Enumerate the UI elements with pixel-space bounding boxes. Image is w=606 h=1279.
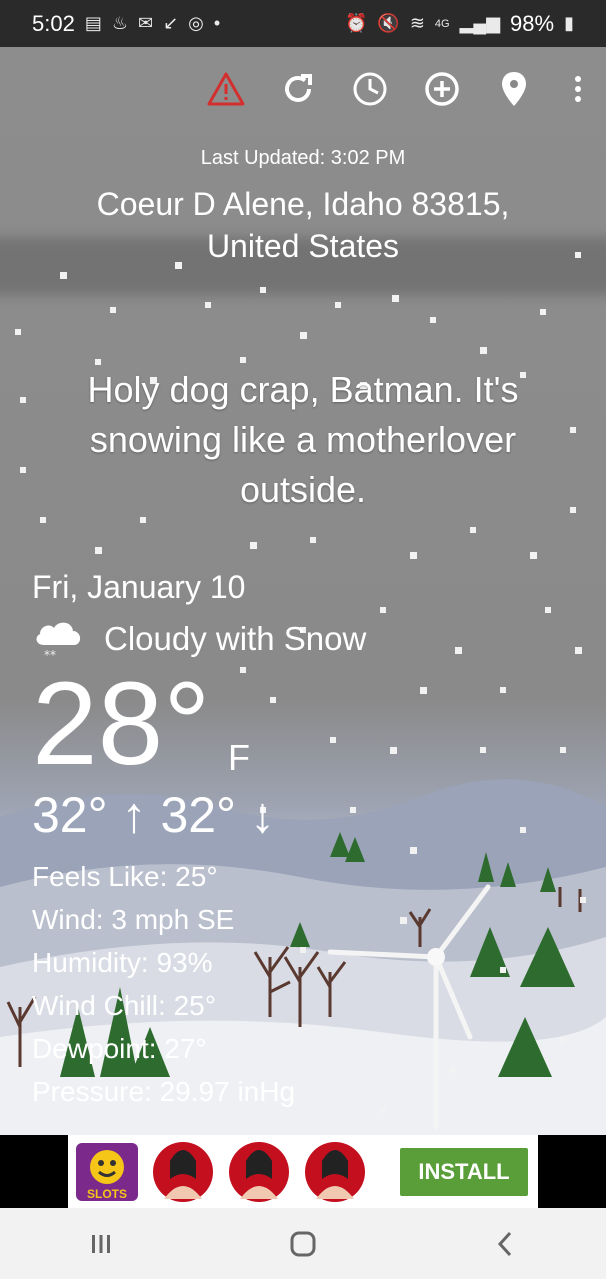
history-icon — [353, 72, 387, 106]
notification-icon: ♨ — [111, 13, 128, 33]
back-icon — [497, 1231, 512, 1256]
more-options-button[interactable] — [550, 67, 606, 111]
install-button[interactable]: INSTALL — [400, 1147, 528, 1196]
status-bar: 5:02 ▤ ♨ ✉ ↙ ◎ • ⏰ 🔇 ≋ 4G ▂▄▆ 98% ▮ — [0, 0, 606, 47]
ad-content[interactable]: SLOTS INSTALL — [68, 1135, 538, 1208]
signal-icon: ▂▄▆ — [459, 13, 501, 33]
dewpoint: Dewpoint: 27° — [32, 1033, 207, 1064]
more-vert-icon — [575, 76, 581, 102]
message-icon: ▤ — [84, 13, 102, 33]
forecast-date: Fri, January 10 — [32, 569, 246, 605]
wind: Wind: 3 mph SE — [32, 904, 235, 935]
current-temperature: 28° — [32, 658, 211, 790]
humidity: Humidity: 93% — [32, 947, 213, 978]
recents-icon — [92, 1234, 110, 1253]
mail-icon: ✉ — [137, 13, 154, 33]
alarm-icon: ⏰ — [344, 13, 368, 33]
weather-slogan: Holy dog crap, Batman. It's snowing like… — [87, 369, 519, 510]
high-temperature: 32° — [32, 787, 108, 843]
location-name[interactable]: Coeur D Alene, Idaho 83815, United State… — [0, 183, 606, 267]
instagram-icon: ◎ — [188, 13, 204, 33]
alerts-button[interactable] — [190, 67, 262, 111]
ad-banner: SLOTS INSTALL — [0, 1135, 606, 1208]
battery-icon: ▮ — [564, 13, 574, 33]
feels-like: Feels Like: 25° — [32, 861, 218, 892]
missed-call-icon: ↙ — [163, 13, 179, 33]
network-type: 4G — [434, 17, 450, 30]
battery-percent: 98% — [510, 10, 555, 36]
dot-icon: • — [213, 13, 221, 33]
cloud-snow-icon: ** — [36, 622, 81, 661]
pressure: Pressure: 29.97 inHg — [32, 1076, 296, 1107]
ad-image-1 — [153, 1141, 213, 1202]
arrow-up-icon: ↑ — [121, 787, 147, 843]
warning-icon — [207, 72, 245, 106]
high-low: 32° ↑ 32° ↓ — [32, 785, 275, 845]
wind-chill: Wind Chill: 25° — [32, 990, 216, 1021]
slots-logo: SLOTS — [76, 1142, 138, 1201]
location-button[interactable] — [478, 67, 550, 111]
slots-logo-text: SLOTS — [87, 1187, 127, 1201]
weather-details: Feels Like: 25° Wind: 3 mph SE Humidity:… — [32, 855, 295, 1113]
toolbar — [190, 67, 606, 111]
location-pin-icon — [502, 72, 526, 106]
system-nav-bar — [0, 1208, 606, 1279]
status-time: 5:02 — [32, 10, 75, 36]
refresh-icon — [285, 74, 312, 102]
ad-image-2 — [229, 1141, 289, 1202]
condition-text: Cloudy with Snow — [104, 620, 367, 657]
refresh-button[interactable] — [262, 67, 334, 111]
wifi-icon: ≋ — [409, 13, 425, 33]
recents-button[interactable] — [51, 1214, 151, 1274]
last-updated: Last Updated: 3:02 PM — [200, 147, 406, 169]
weather-scene: Last Updated: 3:02 PM Coeur D Alene, Ida… — [0, 47, 606, 1135]
back-button[interactable] — [455, 1214, 555, 1274]
temperature-unit: F — [228, 737, 250, 778]
add-location-icon — [425, 72, 459, 106]
add-location-button[interactable] — [406, 67, 478, 111]
home-button[interactable] — [253, 1214, 353, 1274]
arrow-down-icon: ↓ — [249, 787, 275, 843]
history-button[interactable] — [334, 67, 406, 111]
condition-row: ** Cloudy with Snow — [32, 617, 366, 661]
mute-icon: 🔇 — [377, 13, 400, 33]
low-temperature: 32° — [160, 787, 237, 843]
ad-image-3 — [305, 1141, 365, 1202]
home-icon — [290, 1231, 316, 1256]
